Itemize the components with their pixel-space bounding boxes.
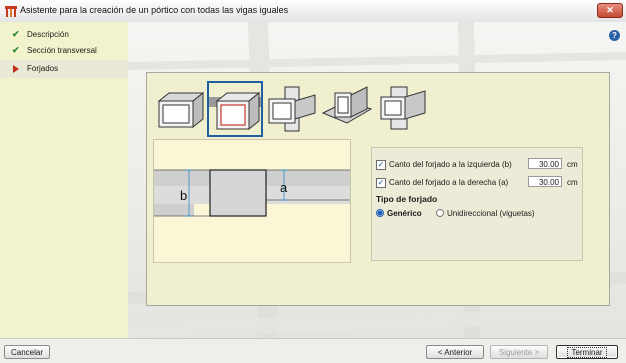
next-button[interactable]: Siguiente > [490,345,548,359]
floor-type-option-1[interactable] [153,83,205,133]
beam-corner-icon [380,86,426,130]
step-forjados[interactable]: Forjados [0,60,128,78]
checkmark-icon: ✔ [12,45,20,55]
right-depth-checkbox[interactable]: ✓ [376,178,386,188]
floor-type-option-5[interactable] [377,83,429,133]
beam-section-icon [157,91,205,129]
right-depth-unit: cm [567,178,578,187]
floor-type-heading: Tipo de forjado [376,194,438,204]
radio-unselected-indicator [436,209,444,217]
section-drawing: b a [154,169,350,217]
floor-type-option-2[interactable] [207,81,263,137]
label-b: b [180,188,187,203]
step-label: Forjados [27,64,59,73]
beam-joint-icon [321,86,373,124]
left-depth-row: ✓ Canto del forjado a la izquierda (b) 3… [376,158,582,172]
radio-selected-indicator [376,209,384,217]
wizard-window: Asistente para la creación de un pórtico… [0,0,626,363]
section-diagram: b a [153,139,351,263]
left-depth-unit: cm [567,160,578,169]
left-depth-checkbox[interactable]: ✓ [376,160,386,170]
label-a: a [280,180,288,195]
checkmark-icon: ✔ [12,29,20,39]
finish-button[interactable]: Terminar [556,345,618,359]
finish-button-label: Terminar [567,347,607,358]
step-descripcion[interactable]: ✔ Descripción [0,28,128,42]
left-depth-input[interactable]: 30.00 [528,158,562,169]
left-depth-label: Canto del forjado a la izquierda (b) [389,160,512,169]
wizard-steps-sidebar: ✔ Descripción ✔ Sección transversal Forj… [0,22,128,338]
radio-generico-label: Genérico [387,209,422,218]
help-icon[interactable]: ? [609,30,620,41]
right-depth-row: ✓ Canto del forjado a la derecha (a) 30.… [376,176,582,190]
close-icon: ✕ [606,5,614,15]
button-bar: Cancelar < Anterior Siguiente > Terminar [0,338,626,363]
step-label: Sección transversal [27,46,97,55]
floor-type-option-4[interactable] [321,83,373,133]
options-group: ✓ Canto del forjado a la izquierda (b) 3… [371,147,583,261]
arrow-right-icon [13,65,19,73]
step-seccion-transversal[interactable]: ✔ Sección transversal [0,44,128,58]
right-depth-label: Canto del forjado a la derecha (a) [389,178,509,187]
floor-options-panel: b a ✓ Canto del forjado a la izquierda (… [146,72,610,306]
right-depth-input[interactable]: 30.00 [528,176,562,187]
previous-button[interactable]: < Anterior [426,345,484,359]
beam-slab-icon [209,91,261,131]
main-content: ? b a ✓ Canto del forjado a la izquierda… [128,22,626,338]
window-title: Asistente para la creación de un pórtico… [20,5,289,15]
step-label: Descripción [27,30,69,39]
floor-type-option-3[interactable] [265,83,317,133]
cancel-button[interactable]: Cancelar [4,345,50,359]
radio-unidireccional-label: Unidireccional (viguetas) [447,209,535,218]
beam-column-icon [268,86,316,132]
app-icon [5,6,17,17]
title-bar[interactable]: Asistente para la creación de un pórtico… [0,0,626,23]
close-button[interactable]: ✕ [597,3,623,18]
